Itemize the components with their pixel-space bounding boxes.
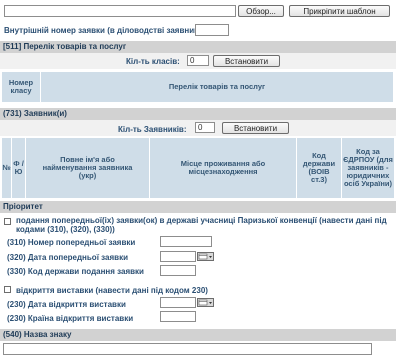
paris-convention-label: подання попередньої(іх) заявки(ок) в дер… <box>16 216 387 234</box>
col-address: Місце проживання або місцезнаходження <box>150 138 297 198</box>
calendar-icon[interactable] <box>197 298 214 307</box>
field-310-input[interactable] <box>160 236 212 247</box>
col-class-number: Номер класу <box>2 72 41 102</box>
classes-count-label: Кіл-ть класів: <box>126 57 180 66</box>
file-path-input[interactable] <box>4 5 236 17</box>
field-230-date-input[interactable] <box>160 297 196 308</box>
internal-number-input[interactable] <box>195 24 229 36</box>
mark-name-input[interactable] <box>3 343 372 355</box>
calendar-icon[interactable] <box>197 252 214 261</box>
paris-convention-checkbox[interactable] <box>4 218 11 225</box>
field-310-label: (310) Номер попередньої заявки <box>7 238 136 247</box>
col-applicant-name: Повне ім'я або найменування заявника (ук… <box>26 138 150 198</box>
col-number: № <box>2 138 12 198</box>
priority-section-title: Пріоритет <box>0 201 396 213</box>
attach-template-button[interactable]: Прикріпити шаблон <box>289 5 390 17</box>
col-goods-list: Перелік товарів та послуг <box>41 72 394 102</box>
internal-number-label: Внутрішній номер заявки (в діловодстві з… <box>4 26 208 35</box>
mark-name-section-title: (540) Назва знаку <box>0 329 396 341</box>
field-230-country-input[interactable] <box>160 311 196 322</box>
applicants-section-title: (731) Заявник(и) <box>0 108 396 120</box>
field-230-country-label: (230) Країна відкриття виставки <box>7 314 134 323</box>
classes-count-input[interactable]: 0 <box>187 55 209 66</box>
browse-button[interactable]: Обзор... <box>238 5 284 17</box>
field-320-label: (320) Дата попередньої заявки <box>7 253 128 262</box>
set-applicants-button[interactable]: Встановити <box>222 122 289 134</box>
field-330-input[interactable] <box>160 265 196 276</box>
applicants-count-label: Кіл-ть Заявників: <box>118 125 187 134</box>
exhibition-label: відкриття виставки (навести дані під код… <box>16 286 208 295</box>
applicants-count-input[interactable]: 0 <box>195 122 215 133</box>
goods-section-title: [511] Перелік товарів та послуг <box>0 41 396 53</box>
col-edrpou-code: Код за ЄДРПОУ (для заявників - юридичних… <box>342 138 394 198</box>
set-classes-button[interactable]: Встановити <box>213 55 280 67</box>
exhibition-checkbox[interactable] <box>4 286 11 293</box>
field-330-label: (330) Код держави подання заявки <box>7 267 144 276</box>
field-230-date-label: (230) Дата відкриття виставки <box>7 300 126 309</box>
col-person-type: Ф / Ю <box>12 138 26 198</box>
field-320-input[interactable] <box>160 251 196 262</box>
col-country-code: Код держави (ВОІВ ст.3) <box>297 138 342 198</box>
